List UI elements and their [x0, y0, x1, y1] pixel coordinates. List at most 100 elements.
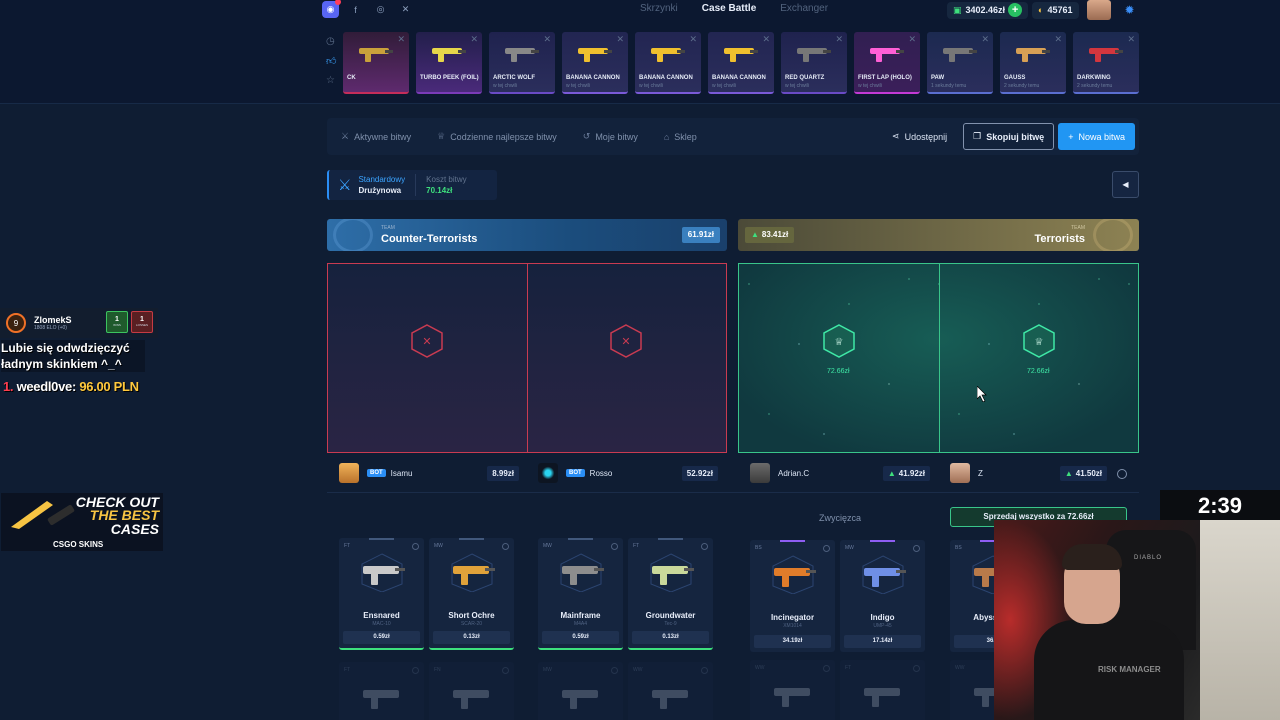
close-icon[interactable]: ✕	[835, 34, 843, 45]
feed-item-name: TURBO PEEK (FOIL)	[420, 75, 479, 81]
player-slot: Adrian.C ▲ 41.92zł	[750, 462, 930, 484]
close-icon[interactable]: ✕	[1054, 34, 1062, 45]
close-icon[interactable]: ✕	[762, 34, 770, 45]
new-label: Nowa bitwa	[1078, 131, 1125, 142]
close-icon[interactable]: ✕	[543, 34, 551, 45]
feed-item[interactable]: ✕ BANANA CANNON w tej chwili	[708, 32, 774, 94]
close-icon[interactable]: ✕	[397, 34, 405, 45]
info-icon[interactable]	[701, 667, 708, 674]
info-icon[interactable]	[412, 543, 419, 550]
share-button[interactable]: ⋖ Udostępnij	[880, 131, 959, 142]
player-name[interactable]: Isamu	[391, 469, 413, 478]
weapon-icon	[505, 48, 539, 62]
info-icon[interactable]	[611, 667, 618, 674]
avatar[interactable]	[538, 463, 558, 483]
tab-active-battles[interactable]: ⚔ Aktywne bitwy	[341, 131, 411, 142]
player-name[interactable]: Adrian.C	[778, 469, 809, 478]
item-card[interactable]: FT	[840, 660, 925, 720]
close-icon[interactable]: ✕	[689, 34, 697, 45]
weapon-icon	[451, 553, 495, 592]
close-icon[interactable]: ✕	[908, 34, 916, 45]
feed-item[interactable]: ✕ ARCTIC WOLF w tej chwili	[489, 32, 555, 94]
player-value-badge: ▲ 41.92zł	[882, 465, 930, 481]
player-slot: Z ▲ 41.50zł	[950, 462, 1107, 484]
star-icon[interactable]: ☆	[326, 75, 336, 86]
team-name: Counter-Terrorists	[381, 233, 478, 245]
avatar[interactable]	[339, 463, 359, 483]
user-avatar[interactable]	[1086, 0, 1111, 20]
close-icon[interactable]: ✕	[470, 34, 478, 45]
nav-item-exchanger[interactable]: Exchanger	[780, 3, 828, 14]
deposit-button[interactable]: +	[1008, 3, 1023, 17]
feed-item-time: w tej chwili	[493, 83, 517, 89]
team-value: 61.91zł	[681, 227, 720, 243]
collapse-button[interactable]: ◀	[1112, 171, 1139, 198]
tab-my-battles[interactable]: ↺ Moje bitwy	[583, 131, 638, 142]
item-card[interactable]: WW	[750, 660, 835, 720]
feed-item-time: w tej chwili	[639, 83, 663, 89]
item-card[interactable]: BS Incinegator XM1014 34.19zł	[750, 540, 835, 652]
tab-daily-best[interactable]: ♕ Codzienne najlepsze bitwy	[437, 131, 557, 142]
wins-label: WINS	[113, 323, 121, 327]
feed-item-time: 1 sekundy temu	[931, 83, 967, 89]
avatar[interactable]	[750, 463, 770, 483]
item-card[interactable]: MW Indigo UMP-45 17.14zł	[840, 540, 925, 652]
feed-item[interactable]: ✕ GAUSS 2 sekundy temu	[1000, 32, 1066, 94]
info-icon[interactable]	[701, 543, 708, 550]
item-card[interactable]: WW	[628, 662, 713, 720]
wear-label: FT	[344, 667, 351, 673]
stream-timer: 2:39	[1160, 490, 1280, 522]
item-card[interactable]: MW	[538, 662, 623, 720]
instagram-icon[interactable]: ◎	[372, 1, 389, 18]
item-card[interactable]: FN	[429, 662, 514, 720]
feed-item[interactable]: ✕ TURBO PEEK (FOIL)	[416, 32, 482, 94]
info-icon[interactable]	[913, 665, 920, 672]
item-weapon: Tec-9	[664, 621, 677, 627]
feed-item[interactable]: ✕ BANANA CANNON w tej chwili	[562, 32, 628, 94]
facebook-icon[interactable]: f	[347, 1, 364, 18]
arrow-up-icon: ▲	[887, 468, 896, 478]
coins-pill[interactable]: ◐ 45761	[1032, 1, 1079, 19]
item-card[interactable]: FT Ensnared MAC-10 0.59zł	[339, 538, 424, 650]
t-emblem-icon	[1093, 219, 1133, 251]
info-icon[interactable]	[913, 545, 920, 552]
item-card[interactable]: FT Groundwater Tec-9 0.13zł	[628, 538, 713, 650]
feed-item[interactable]: ✕ FIRST LAP (HOLO) w tej chwili	[854, 32, 920, 94]
item-card[interactable]: MW Short Ochre SCAR-20 0.13zł	[429, 538, 514, 650]
info-icon[interactable]	[502, 543, 509, 550]
balance-pill[interactable]: ▣ 3402.46zł +	[947, 1, 1029, 19]
info-icon[interactable]	[412, 667, 419, 674]
avatar[interactable]	[950, 463, 970, 483]
close-icon[interactable]: ✕	[1127, 34, 1135, 45]
player-name[interactable]: Rosso	[590, 469, 613, 478]
nav-item-cases[interactable]: Skrzynki	[640, 3, 678, 14]
feed-item[interactable]: ✕ BANANA CANNON w tej chwili	[635, 32, 701, 94]
feed-item[interactable]: ✕ PAW 1 sekundy temu	[927, 32, 993, 94]
battle-cost-label: Koszt bitwy	[426, 175, 467, 184]
feed-item[interactable]: ✕ CK	[343, 32, 409, 94]
nav-item-case-battle[interactable]: Case Battle	[702, 3, 756, 14]
copy-battle-button[interactable]: ❐ Skopiuj bitwę	[963, 123, 1055, 150]
discord-icon[interactable]: ◉	[322, 0, 341, 18]
info-icon[interactable]	[823, 545, 830, 552]
feed-item[interactable]: ✕ RED QUARTZ w tej chwili	[781, 32, 847, 94]
thumbs-up-icon[interactable]: 👍︎	[326, 55, 336, 67]
clock-icon[interactable]: ◷	[326, 36, 336, 47]
feed-item-name: DARKWING	[1077, 75, 1111, 81]
item-card[interactable]: FT	[339, 662, 424, 720]
info-icon[interactable]	[502, 667, 509, 674]
info-icon[interactable]	[823, 665, 830, 672]
emoji-icon[interactable]	[1117, 469, 1127, 479]
new-battle-button[interactable]: + Nowa bitwa	[1058, 123, 1135, 150]
x-icon[interactable]: ✕	[397, 1, 414, 18]
settings-gear-icon[interactable]: ✹	[1125, 3, 1135, 17]
item-card[interactable]: MW Mainframe M4A4 0.59zł	[538, 538, 623, 650]
feed-item-name: FIRST LAP (HOLO)	[858, 75, 912, 81]
info-icon[interactable]	[611, 543, 618, 550]
promo-banner: CHECK OUT THE BEST CASES CSGO SKINS	[1, 493, 163, 551]
close-icon[interactable]: ✕	[616, 34, 624, 45]
close-icon[interactable]: ✕	[981, 34, 989, 45]
player-name[interactable]: Z	[978, 469, 983, 478]
tab-shop[interactable]: ⌂ Sklep	[664, 132, 697, 142]
feed-item[interactable]: ✕ DARKWING 2 sekundy temu	[1073, 32, 1139, 94]
